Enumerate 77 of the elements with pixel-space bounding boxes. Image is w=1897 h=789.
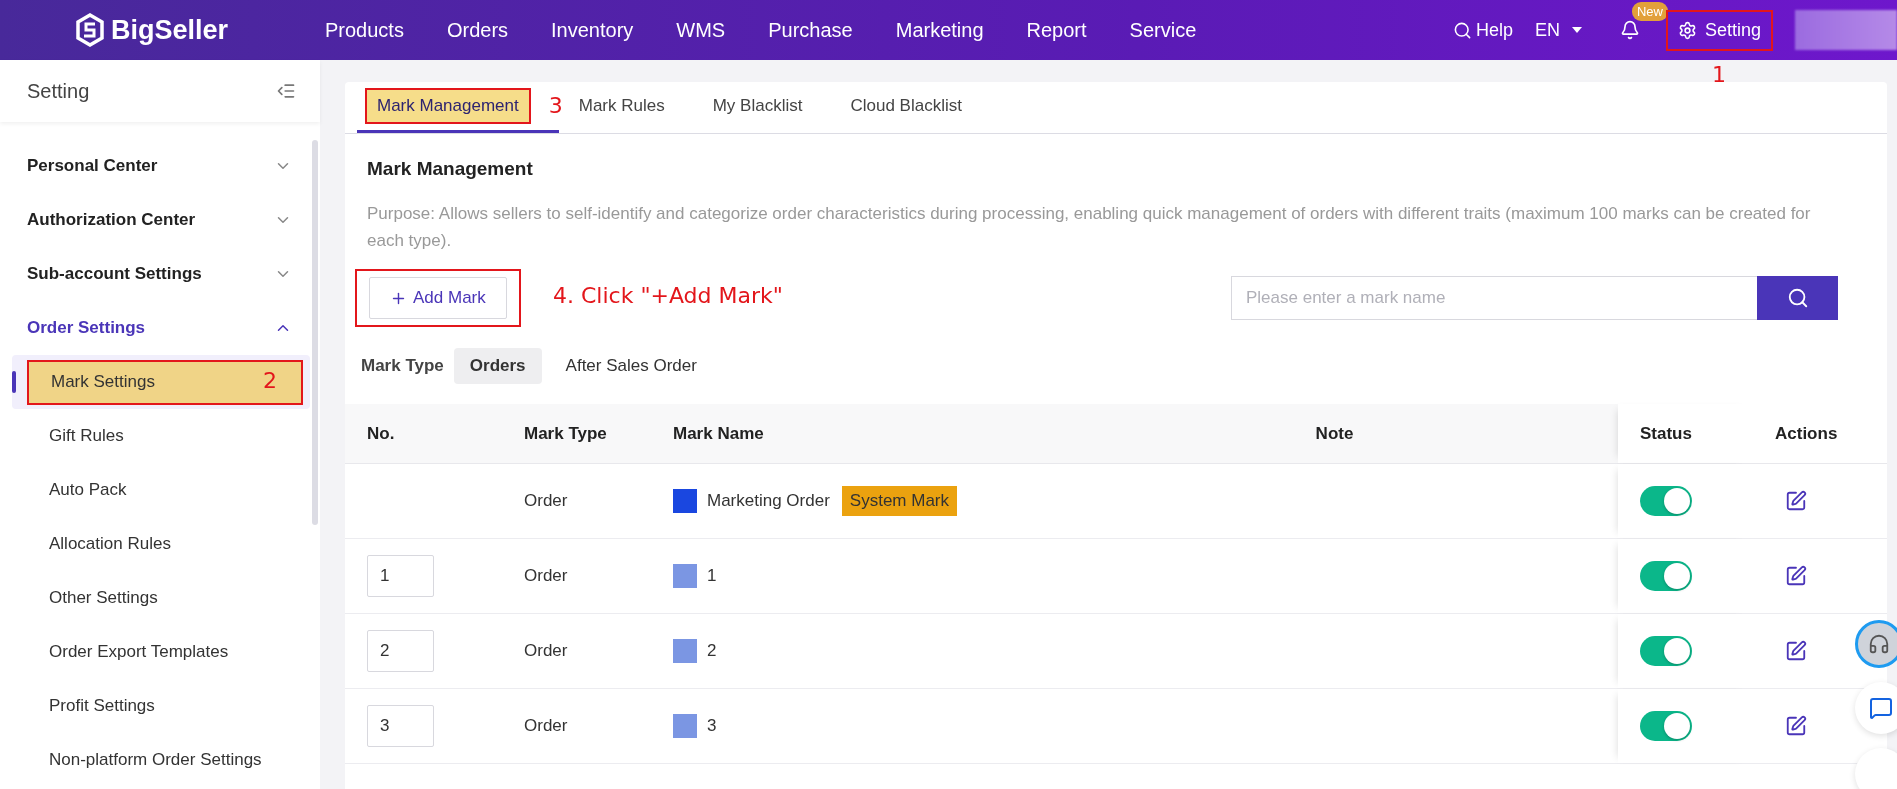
search-button[interactable] bbox=[1757, 276, 1838, 320]
nav-link[interactable]: WMS bbox=[676, 18, 726, 42]
column-header: Note bbox=[1315, 423, 1354, 444]
headset-icon bbox=[1868, 633, 1890, 655]
column-header: Status bbox=[1640, 423, 1692, 444]
sidebar-item[interactable]: Auto Pack bbox=[12, 463, 310, 517]
edit-button[interactable] bbox=[1785, 640, 1807, 662]
status-toggle[interactable] bbox=[1640, 486, 1692, 516]
nav-link[interactable]: Service bbox=[1129, 18, 1197, 42]
add-mark-button[interactable]: Add Mark bbox=[369, 277, 507, 319]
table-cell: Order bbox=[524, 566, 568, 586]
search-icon bbox=[1452, 20, 1472, 40]
number-input[interactable]: 2 bbox=[367, 630, 434, 672]
table-cell: Order bbox=[524, 716, 568, 736]
edit-button[interactable] bbox=[1785, 565, 1807, 587]
column-header: Mark Type bbox=[524, 423, 607, 444]
edit-button[interactable] bbox=[1785, 490, 1807, 512]
sidebar-item[interactable]: Profit Settings bbox=[12, 679, 310, 733]
table-cell: Order bbox=[524, 491, 568, 511]
table-cell: Marketing Order bbox=[707, 491, 830, 511]
sidebar-group[interactable]: Order Settings bbox=[0, 301, 320, 355]
edit-icon bbox=[1785, 640, 1807, 662]
table-cell: 1 bbox=[707, 566, 717, 586]
step-number: 1 bbox=[1711, 61, 1726, 87]
column-header: Mark Name bbox=[673, 423, 764, 444]
language-dropdown[interactable]: EN bbox=[1534, 19, 1582, 41]
logo-icon bbox=[75, 13, 105, 47]
column-header: No. bbox=[367, 423, 395, 444]
edit-button[interactable] bbox=[1785, 715, 1807, 737]
help-link[interactable]: Help bbox=[1452, 19, 1513, 41]
filter-option[interactable]: Orders bbox=[453, 348, 542, 384]
tab[interactable]: My Blacklist bbox=[692, 81, 831, 133]
filter-option[interactable]: After Sales Order bbox=[549, 348, 713, 384]
sidebar-group[interactable]: Sub-account Settings bbox=[0, 247, 320, 301]
table-cell: 3 bbox=[707, 716, 717, 736]
number-input[interactable]: 3 bbox=[367, 705, 434, 747]
search-icon bbox=[1786, 287, 1809, 309]
sidebar-group[interactable]: Authorization Center bbox=[0, 193, 320, 247]
nav-link[interactable]: Inventory bbox=[551, 18, 634, 42]
sidebar-group[interactable]: Personal Center bbox=[0, 139, 320, 193]
number-input[interactable]: 1 bbox=[367, 555, 434, 597]
sidebar-item[interactable]: Mark Settings 2 bbox=[12, 355, 310, 409]
sidebar-title: Setting bbox=[27, 79, 90, 103]
nav-link[interactable]: Purchase bbox=[768, 18, 853, 42]
new-badge: New bbox=[1631, 2, 1668, 21]
table-cell: Order bbox=[524, 641, 568, 661]
table-cell: 2 bbox=[707, 641, 717, 661]
system-mark-tag: System Mark bbox=[841, 486, 957, 516]
edit-icon bbox=[1785, 490, 1807, 512]
purpose-text: Purpose: Allows sellers to self-identify and categorize order characteristics during processing, enabling quick management of orders with different traits (maximum 100 marks can be created for each type). bbox=[367, 203, 1812, 252]
nav-link[interactable]: Orders bbox=[446, 18, 509, 42]
step-instruction: 4. Click "+Add Mark" bbox=[553, 283, 783, 308]
step-number: 2 bbox=[263, 367, 277, 393]
bell-icon[interactable] bbox=[1619, 20, 1640, 40]
sidebar-item[interactable]: Other Settings bbox=[12, 571, 310, 625]
search-field[interactable]: Please enter a mark name bbox=[1231, 276, 1757, 320]
sidebar-item[interactable]: Order Export Templates bbox=[12, 625, 310, 679]
caret-icon bbox=[1571, 27, 1582, 33]
status-toggle[interactable] bbox=[1640, 636, 1692, 666]
nav-link[interactable]: Marketing bbox=[895, 18, 984, 42]
status-toggle[interactable] bbox=[1640, 561, 1692, 591]
edit-icon bbox=[1785, 565, 1807, 587]
tab[interactable]: Cloud Blacklist bbox=[830, 81, 990, 133]
section-title: Mark Management bbox=[367, 158, 534, 180]
nav-link[interactable]: Products bbox=[325, 18, 404, 42]
sidebar-item[interactable]: Gift Rules bbox=[12, 409, 310, 463]
nav-link[interactable]: Report bbox=[1026, 18, 1087, 42]
filter-label: Mark Type bbox=[361, 356, 444, 376]
brand-name: BigSeller bbox=[111, 14, 229, 46]
sidebar-item[interactable]: Non-platform Order Settings bbox=[12, 733, 310, 787]
settings-icon bbox=[1677, 20, 1697, 40]
edit-icon bbox=[1785, 715, 1807, 737]
column-header: Actions bbox=[1775, 423, 1838, 444]
collapse-icon[interactable] bbox=[276, 81, 296, 101]
chat-icon bbox=[1869, 696, 1893, 720]
sidebar-item[interactable]: Allocation Rules bbox=[12, 517, 310, 571]
status-toggle[interactable] bbox=[1640, 711, 1692, 741]
